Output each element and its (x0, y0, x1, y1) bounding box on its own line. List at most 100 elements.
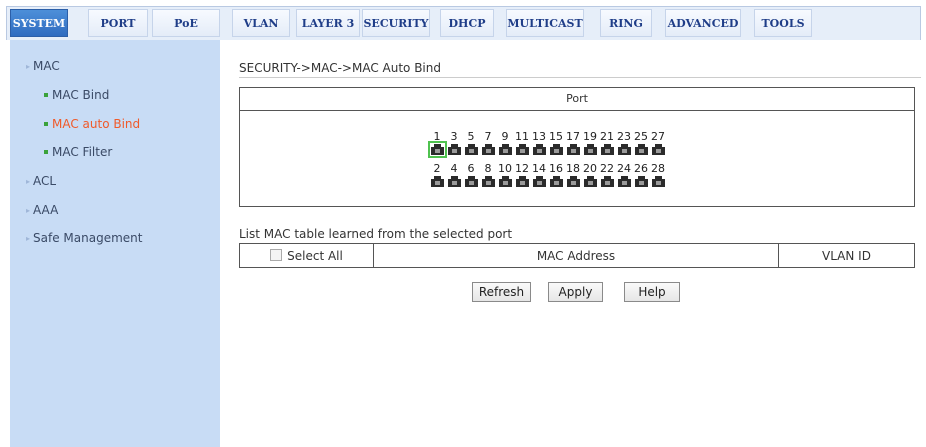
column-header-mac-address: MAC Address (373, 243, 779, 268)
port-number-12: 12 (515, 162, 529, 175)
tab-layer3[interactable]: LAYER 3 (296, 9, 360, 37)
port-panel-header: Port (240, 88, 914, 111)
port-number-1: 1 (433, 130, 441, 143)
port-23-icon[interactable] (618, 144, 631, 155)
port-number-26: 26 (634, 162, 648, 175)
select-all-checkbox[interactable] (270, 249, 283, 261)
divider (239, 77, 921, 78)
sidebar-item-mac-bind[interactable]: MAC Bind (44, 88, 109, 102)
table-header-row: Select All MAC Address VLAN ID (239, 243, 915, 268)
port-number-4: 4 (450, 162, 458, 175)
port-number-27: 27 (651, 130, 665, 143)
port-28-icon[interactable] (652, 176, 665, 187)
port-25-icon[interactable] (635, 144, 648, 155)
square-bullet-icon (44, 122, 48, 126)
port-number-15: 15 (549, 130, 563, 143)
port-number-20: 20 (583, 162, 597, 175)
port-number-10: 10 (498, 162, 512, 175)
tab-multicast[interactable]: MULTICAST (506, 9, 584, 37)
chevron-right-icon: ▸ (26, 177, 31, 186)
port-12-icon[interactable] (516, 176, 529, 187)
refresh-button[interactable]: Refresh (472, 282, 531, 302)
port-5-icon[interactable] (465, 144, 478, 155)
mac-table: Select All MAC Address VLAN ID (239, 243, 915, 268)
port-19-icon[interactable] (584, 144, 597, 155)
port-number-3: 3 (450, 130, 458, 143)
port-number-19: 19 (583, 130, 597, 143)
port-number-21: 21 (600, 130, 614, 143)
select-all-label: Select All (287, 248, 343, 263)
port-13-icon[interactable] (533, 144, 546, 155)
sidebar-item-label: Safe Management (33, 231, 143, 245)
port-24-icon[interactable] (618, 176, 631, 187)
port-21-icon[interactable] (601, 144, 614, 155)
chevron-right-icon: ▸ (26, 234, 31, 243)
breadcrumb: SECURITY->MAC->MAC Auto Bind (239, 61, 441, 75)
port-number-17: 17 (566, 130, 580, 143)
port-number-13: 13 (532, 130, 546, 143)
port-number-5: 5 (467, 130, 475, 143)
square-bullet-icon (44, 93, 48, 97)
port-6-icon[interactable] (465, 176, 478, 187)
port-10-icon[interactable] (499, 176, 512, 187)
sidebar-item-mac-auto-bind[interactable]: MAC auto Bind (44, 117, 140, 131)
port-number-14: 14 (532, 162, 546, 175)
tab-vlan[interactable]: VLAN (232, 9, 290, 37)
port-number-8: 8 (484, 162, 492, 175)
port-20-icon[interactable] (584, 176, 597, 187)
tab-advanced[interactable]: ADVANCED (665, 9, 741, 37)
sidebar-item-acl[interactable]: ▸ ACL (26, 174, 56, 188)
sidebar-item-label: AAA (33, 203, 59, 217)
port-number-28: 28 (651, 162, 665, 175)
port-4-icon[interactable] (448, 176, 461, 187)
sidebar-item-label: ACL (33, 174, 57, 188)
port-3-icon[interactable] (448, 144, 461, 155)
sidebar-item-aaa[interactable]: ▸ AAA (26, 203, 58, 217)
tab-tools[interactable]: TOOLS (754, 9, 812, 37)
port-22-icon[interactable] (601, 176, 614, 187)
column-header-vlan-id: VLAN ID (778, 243, 915, 268)
port-number-18: 18 (566, 162, 580, 175)
port-26-icon[interactable] (635, 176, 648, 187)
port-7-icon[interactable] (482, 144, 495, 155)
sidebar-item-label: MAC Filter (52, 145, 113, 159)
port-number-25: 25 (634, 130, 648, 143)
port-number-9: 9 (501, 130, 509, 143)
square-bullet-icon (44, 150, 48, 154)
port-9-icon[interactable] (499, 144, 512, 155)
tab-poe[interactable]: PoE (152, 9, 220, 37)
port-number-16: 16 (549, 162, 563, 175)
port-27-icon[interactable] (652, 144, 665, 155)
tab-ring[interactable]: RING (600, 9, 652, 37)
port-14-icon[interactable] (533, 176, 546, 187)
port-17-icon[interactable] (567, 144, 580, 155)
port-11-icon[interactable] (516, 144, 529, 155)
help-button[interactable]: Help (624, 282, 680, 302)
sidebar-item-mac-filter[interactable]: MAC Filter (44, 145, 112, 159)
select-all-cell: Select All (239, 243, 374, 268)
port-18-icon[interactable] (567, 176, 580, 187)
port-8-icon[interactable] (482, 176, 495, 187)
port-2-icon[interactable] (431, 176, 444, 187)
tab-security[interactable]: SECURITY (362, 9, 430, 37)
sidebar-item-label: MAC auto Bind (52, 117, 141, 131)
port-1-icon[interactable] (428, 141, 447, 158)
tab-system[interactable]: SYSTEM (10, 9, 68, 37)
sidebar-item-label: MAC (33, 59, 60, 73)
sidebar-item-mac[interactable]: ▸ MAC (26, 59, 60, 73)
port-number-24: 24 (617, 162, 631, 175)
sidebar-item-label: MAC Bind (52, 88, 110, 102)
sidebar-item-safe-management[interactable]: ▸ Safe Management (26, 231, 142, 245)
chevron-right-icon: ▸ (26, 62, 31, 71)
port-number-2: 2 (433, 162, 441, 175)
port-16-icon[interactable] (550, 176, 563, 187)
port-15-icon[interactable] (550, 144, 563, 155)
chevron-right-icon: ▸ (26, 206, 31, 215)
tab-dhcp[interactable]: DHCP (440, 9, 494, 37)
port-number-11: 11 (515, 130, 529, 143)
apply-button[interactable]: Apply (548, 282, 603, 302)
top-navigation: SYSTEM PORT PoE VLAN LAYER 3 SECURITY DH… (0, 0, 926, 40)
mac-list-label: List MAC table learned from the selected… (239, 227, 513, 241)
port-number-22: 22 (600, 162, 614, 175)
tab-port[interactable]: PORT (88, 9, 148, 37)
